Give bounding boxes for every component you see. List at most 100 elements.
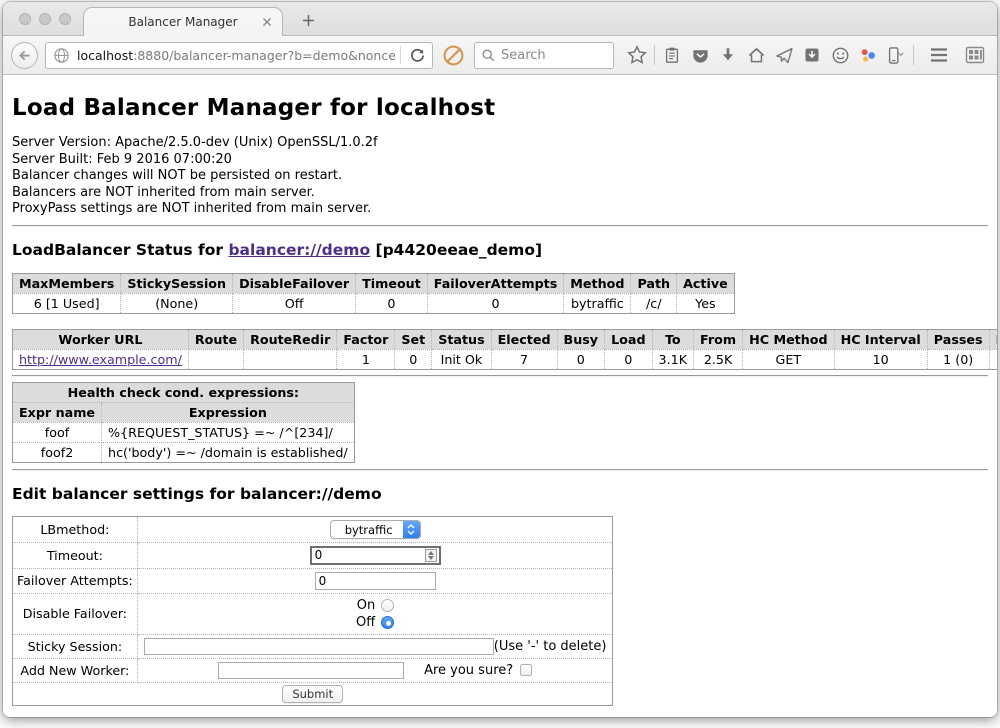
new-tab-button[interactable] — [295, 8, 321, 32]
data-cell: Init Ok — [432, 349, 491, 369]
url-bar[interactable]: localhost:8880/balancer-manager?b=demo&n… — [45, 42, 433, 69]
send-plane-icon — [775, 46, 794, 65]
pocket-button[interactable] — [686, 41, 714, 69]
extension-button[interactable] — [854, 41, 882, 69]
window-controls — [19, 13, 71, 25]
header-cell: To — [652, 329, 694, 349]
back-arrow-icon — [17, 48, 32, 63]
inherit-note: Balancers are NOT inherited from main se… — [12, 185, 988, 202]
browser-tab[interactable]: Balancer Manager — [83, 7, 283, 36]
send-button[interactable] — [770, 41, 798, 69]
header-cell: Factor — [337, 329, 395, 349]
number-stepper-icon[interactable] — [425, 549, 437, 562]
header-cell: Status — [432, 329, 491, 349]
header-cell: Path — [631, 273, 677, 293]
header-cell: Active — [677, 273, 735, 293]
timeout-input[interactable] — [310, 546, 441, 565]
confirm-label: Are you sure? — [424, 663, 513, 678]
add-worker-input[interactable] — [218, 662, 404, 679]
device-button[interactable] — [882, 41, 910, 69]
failover-attempts-label: Failover Attempts: — [13, 568, 138, 593]
home-button[interactable] — [742, 41, 770, 69]
header-cell: Fails — [989, 329, 997, 349]
menu-button[interactable] — [925, 41, 953, 69]
tab-close-icon[interactable] — [261, 16, 273, 28]
data-cell — [188, 349, 243, 369]
bookmark-button[interactable] — [623, 41, 651, 69]
disable-failover-on-radio[interactable] — [381, 599, 394, 612]
status-heading: LoadBalancer Status for balancer://demo … — [12, 241, 988, 259]
disable-failover-off-radio[interactable] — [381, 616, 394, 629]
data-cell: (None) — [121, 293, 233, 313]
reload-button[interactable] — [406, 44, 428, 66]
edit-settings-heading: Edit balancer settings for balancer://de… — [12, 485, 988, 503]
lbmethod-select[interactable]: bytraffic — [330, 520, 421, 539]
header-cell: Expression — [102, 402, 355, 422]
search-bar[interactable] — [474, 42, 614, 69]
window-zoom-button[interactable] — [59, 13, 71, 25]
hamburger-menu-icon — [929, 47, 949, 63]
data-cell — [244, 349, 337, 369]
sticky-session-hint: (Use '-' to delete) — [494, 639, 607, 654]
sticky-session-input[interactable] — [144, 638, 494, 655]
data-cell: 1 — [337, 349, 395, 369]
page-content: Load Balancer Manager for localhost Serv… — [3, 75, 997, 716]
header-cell: Passes — [927, 329, 989, 349]
device-icon — [885, 46, 907, 65]
data-cell: GET — [743, 349, 834, 369]
data-cell: foof — [13, 422, 102, 442]
header-cell: Method — [564, 273, 631, 293]
window-minimize-button[interactable] — [39, 13, 51, 25]
server-info: Server Version: Apache/2.5.0-dev (Unix) … — [12, 135, 988, 218]
server-built: Server Built: Feb 9 2016 07:00:20 — [12, 152, 988, 169]
header-cell: DisableFailover — [233, 273, 356, 293]
worker-url-link[interactable]: http://www.example.com/ — [19, 352, 182, 367]
window-close-button[interactable] — [19, 13, 31, 25]
failover-attempts-input[interactable] — [315, 572, 436, 590]
data-cell: 6 [1 Used] — [13, 293, 121, 313]
balancer-status-table: MaxMembers StickySession DisableFailover… — [12, 273, 735, 314]
search-input[interactable] — [501, 48, 601, 63]
header-cell: Expr name — [13, 402, 102, 422]
download-arrow-icon — [719, 46, 737, 64]
header-cell: Elected — [491, 329, 557, 349]
clipboard-button[interactable] — [658, 41, 686, 69]
health-check-table: Health check cond. expressions: Expr nam… — [12, 382, 355, 463]
header-cell: Route — [188, 329, 243, 349]
confirm-checkbox[interactable] — [520, 664, 532, 676]
browser-window: Balancer Manager localhost:8880/balancer… — [3, 2, 997, 717]
plus-icon — [302, 14, 315, 27]
download-button[interactable] — [714, 41, 742, 69]
submit-button[interactable]: Submit — [282, 685, 343, 703]
block-icon — [442, 44, 465, 67]
back-button[interactable] — [11, 42, 38, 69]
tiles-button[interactable] — [961, 41, 989, 69]
balancer-link[interactable]: balancer://demo — [228, 241, 370, 259]
header-cell: From — [694, 329, 743, 349]
data-cell: 0 — [356, 293, 428, 313]
header-cell: HC Method — [743, 329, 834, 349]
data-cell: 0 — [605, 349, 652, 369]
data-cell: 1 (0) — [927, 349, 989, 369]
data-cell: Off — [233, 293, 356, 313]
data-cell: 0 — [395, 349, 432, 369]
proxypass-note: ProxyPass settings are NOT inherited fro… — [12, 201, 988, 218]
content-blocker-button[interactable] — [441, 43, 466, 68]
colored-dots-icon — [859, 46, 878, 65]
persist-note: Balancer changes will NOT be persisted o… — [12, 168, 988, 185]
header-cell: Load — [605, 329, 652, 349]
page-title: Load Balancer Manager for localhost — [12, 95, 988, 121]
feedback-button[interactable] — [826, 41, 854, 69]
reload-icon — [410, 48, 425, 63]
health-row: foof %{REQUEST_STATUS} =~ /^[234]/ — [13, 422, 355, 442]
header-cell: FailoverAttempts — [427, 273, 564, 293]
panel-download-icon — [803, 46, 821, 64]
data-cell: http://www.example.com/ — [13, 349, 189, 369]
data-cell: 7 — [491, 349, 557, 369]
panel-download-button[interactable] — [798, 41, 826, 69]
radio-off-label: Off — [356, 615, 375, 630]
header-cell: Worker URL — [13, 329, 189, 349]
data-cell: hc('body') =~ /domain is established/ — [102, 442, 355, 462]
worker-row: http://www.example.com/ 1 0 Init Ok 7 0 … — [13, 349, 998, 369]
data-cell: Yes — [677, 293, 735, 313]
